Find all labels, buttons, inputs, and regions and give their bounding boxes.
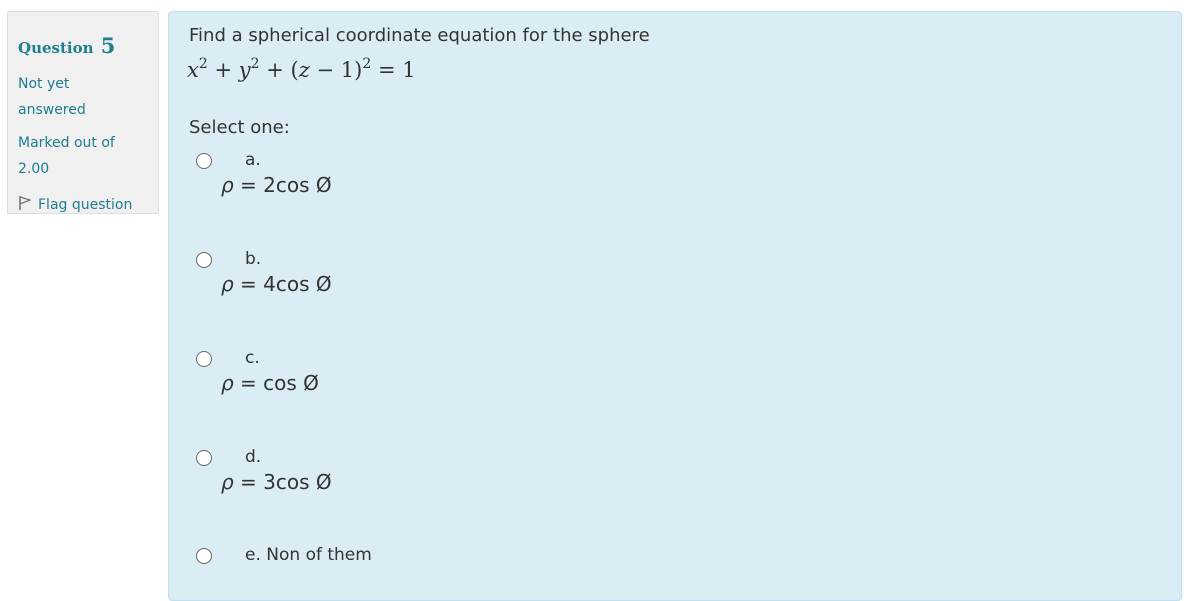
radio-button-d[interactable]	[196, 450, 212, 466]
formula-text: = 4cos Ø	[233, 272, 332, 296]
formula-text: = 3cos Ø	[233, 470, 332, 494]
eq-minus: −	[316, 58, 335, 82]
question-number: 5	[100, 33, 116, 58]
rho-symbol: ρ	[221, 470, 234, 494]
answer-option-b[interactable]: b. ρ = 4cos Ø	[169, 248, 769, 308]
eq-open-paren: (	[290, 58, 299, 82]
option-label-e: e. Non of them	[245, 545, 372, 565]
eq-x-exp: 2	[198, 56, 208, 72]
question-content: Find a spherical coordinate equation for…	[168, 11, 1182, 601]
answer-option-a[interactable]: a. ρ = 2cos Ø	[169, 149, 769, 209]
sphere-equation: x2 + y2 + (z − 1)2 = 1	[187, 56, 416, 82]
option-letter-b: b.	[245, 249, 262, 269]
option-formula-c: ρ = cos Ø	[221, 371, 319, 395]
eq-z-exp: 2	[362, 56, 372, 72]
rho-symbol: ρ	[221, 173, 234, 197]
option-formula-a: ρ = 2cos Ø	[221, 173, 332, 197]
formula-text: = 2cos Ø	[233, 173, 332, 197]
eq-plus-1: +	[214, 58, 233, 82]
eq-y-exp: 2	[250, 56, 260, 72]
answer-option-d[interactable]: d. ρ = 3cos Ø	[169, 446, 769, 506]
radio-button-a[interactable]	[196, 153, 212, 169]
question-state: Not yet answered	[18, 76, 86, 118]
rho-symbol: ρ	[221, 272, 234, 296]
option-letter-c: c.	[245, 348, 260, 368]
question-number-heading: Question 5	[18, 33, 115, 58]
formula-text: = cos Ø	[233, 371, 319, 395]
question-label: Question	[18, 39, 94, 57]
rho-symbol: ρ	[221, 371, 234, 395]
question-grade: Marked out of 2.00	[18, 135, 115, 177]
question-text: Find a spherical coordinate equation for…	[189, 25, 650, 46]
option-formula-b: ρ = 4cos Ø	[221, 272, 332, 296]
radio-button-b[interactable]	[196, 252, 212, 268]
flag-question-label: Flag question	[38, 197, 133, 213]
eq-rhs: 1	[402, 58, 416, 82]
eq-equals: =	[377, 58, 396, 82]
select-one-prompt: Select one:	[189, 117, 290, 138]
option-letter-a: a.	[245, 150, 261, 170]
radio-button-c[interactable]	[196, 351, 212, 367]
option-letter-d: d.	[245, 447, 262, 467]
answer-option-c[interactable]: c. ρ = cos Ø	[169, 347, 769, 407]
eq-x: x	[187, 58, 199, 82]
eq-plus-2: +	[266, 58, 284, 82]
option-formula-d: ρ = 3cos Ø	[221, 470, 332, 494]
eq-z: z	[298, 58, 310, 82]
flag-question-link[interactable]: Flag question	[18, 195, 132, 213]
answer-option-e[interactable]: e. Non of them	[169, 544, 769, 584]
eq-y: y	[238, 58, 251, 82]
radio-button-e[interactable]	[196, 548, 212, 564]
flag-icon	[19, 196, 31, 210]
eq-one: 1	[340, 58, 355, 82]
question-info-panel: Question 5 Not yet answered Marked out o…	[7, 11, 159, 214]
